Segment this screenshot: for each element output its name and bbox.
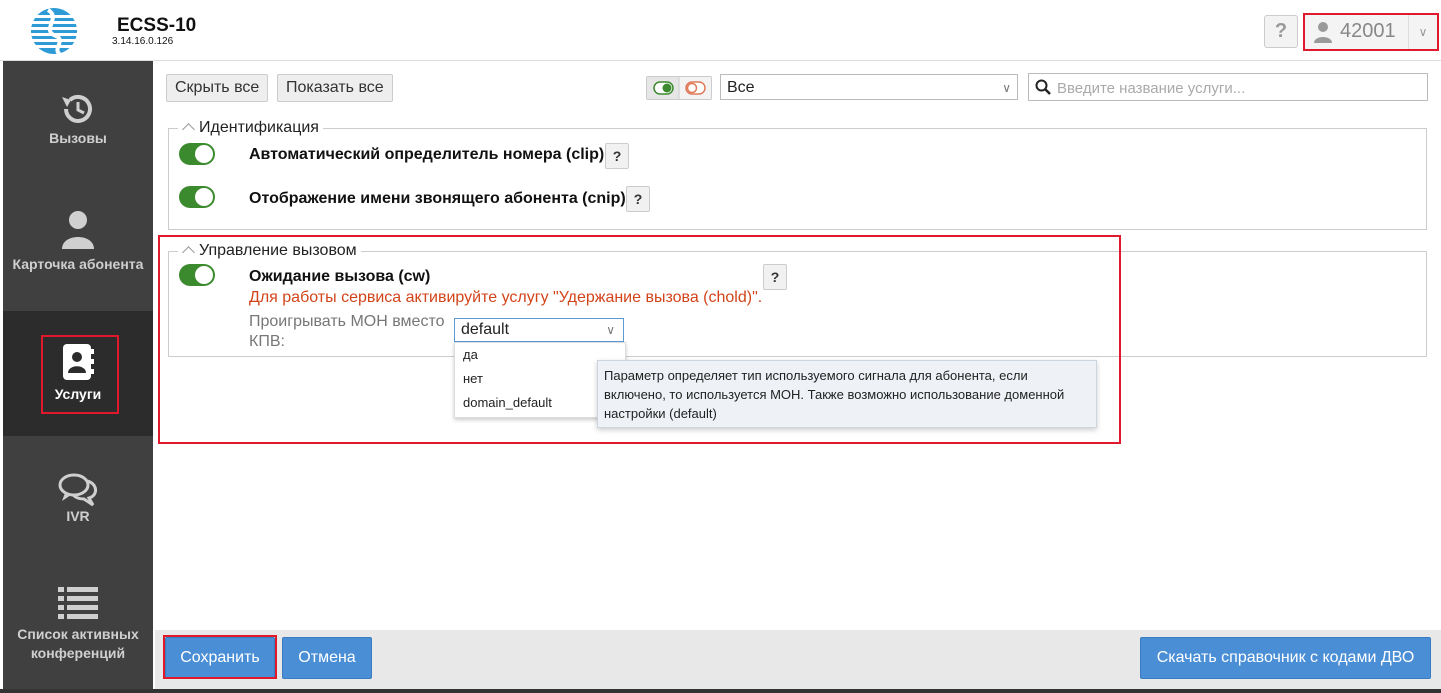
user-menu[interactable]: 42001 ∨ <box>1303 13 1439 51</box>
clip-toggle[interactable] <box>179 143 215 165</box>
user-icon <box>1314 22 1332 43</box>
sidebar-item-ivr[interactable]: IVR <box>3 471 153 531</box>
chevron-down-icon[interactable]: ∨ <box>1408 15 1437 49</box>
app-title: ECSS-10 <box>117 15 197 36</box>
chat-bubbles-icon <box>58 473 97 507</box>
toggle-filter-icon <box>647 77 706 99</box>
sidebar-item-label: Карточка абонента <box>12 256 144 272</box>
user-number: 42001 <box>1340 20 1396 42</box>
window-edge <box>0 689 1441 693</box>
cnip-toggle[interactable] <box>179 186 215 208</box>
chevron-up-icon <box>182 123 195 136</box>
show-all-button[interactable]: Показать все <box>277 74 393 102</box>
help-button[interactable]: ? <box>1264 15 1298 48</box>
sidebar-item-subscriber-card[interactable]: Карточка абонента <box>3 209 153 309</box>
person-icon <box>62 211 94 249</box>
service-label: Автоматический определитель номера (clip… <box>249 146 605 163</box>
service-label: Отображение имени звонящего абонента (cn… <box>249 190 626 207</box>
hide-all-button[interactable]: Скрыть все <box>166 74 269 102</box>
cancel-button[interactable]: Отмена <box>282 637 372 679</box>
highlight-frame <box>41 335 119 414</box>
group-title[interactable]: Идентификация <box>178 119 323 137</box>
app-version: 3.14.16.0.126 <box>112 36 174 47</box>
clip-help-button[interactable]: ? <box>605 143 629 169</box>
sidebar-item-label: IVR <box>66 508 90 524</box>
app-header: ECSS-10 3.14.16.0.126 ? 42001 ∨ <box>0 0 1441 61</box>
history-icon <box>62 94 92 123</box>
service-search[interactable] <box>1028 73 1428 101</box>
sidebar-item-label: Список активных конференций <box>17 626 139 661</box>
sidebar-item-conferences[interactable]: Список активных конференций <box>3 585 153 685</box>
sidebar-item-calls[interactable]: Вызовы <box>3 89 153 159</box>
cnip-help-button[interactable]: ? <box>626 186 650 212</box>
group-identification <box>168 128 1427 230</box>
category-filter-value: Все <box>727 79 755 96</box>
eltex-logo-icon <box>30 8 78 56</box>
category-filter-select[interactable]: Все ∨ <box>720 74 1018 100</box>
list-icon <box>58 587 98 619</box>
search-icon <box>1035 79 1051 95</box>
chevron-down-icon: ∨ <box>1002 81 1011 95</box>
download-codes-button[interactable]: Скачать справочник с кодами ДВО <box>1140 637 1431 679</box>
search-input[interactable] <box>1055 77 1419 99</box>
sidebar-item-label: Вызовы <box>49 130 107 146</box>
highlight-frame <box>163 635 277 679</box>
enabled-filter-toggle[interactable] <box>646 76 712 100</box>
sidebar: Вызовы Карточка абонента Услуги IVR Спис… <box>3 61 153 689</box>
sidebar-item-services[interactable]: Услуги <box>3 311 153 436</box>
highlight-frame <box>158 235 1121 444</box>
